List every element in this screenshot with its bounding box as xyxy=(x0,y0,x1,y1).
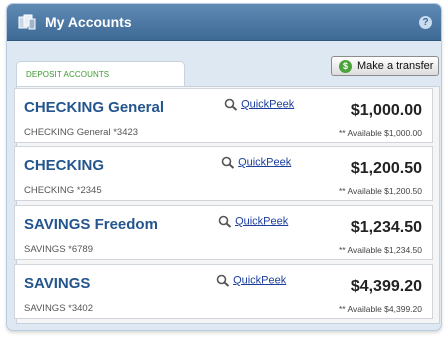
magnifier-icon xyxy=(224,98,238,111)
magnifier-icon xyxy=(218,215,232,228)
account-number: CHECKING General *3423 xyxy=(24,127,139,138)
available-balance: ** Available $1,000.00 xyxy=(338,128,422,138)
quickpeek-link[interactable]: QuickPeek xyxy=(233,274,286,286)
tab-label: DEPOSIT ACCOUNTS xyxy=(26,70,110,79)
account-balance: $1,200.50 xyxy=(350,160,422,177)
account-balance: $1,000.00 xyxy=(350,102,422,119)
quickpeek-link[interactable]: QuickPeek xyxy=(235,215,288,227)
available-balance: ** Available $4,399.20 xyxy=(338,304,422,314)
quickpeek[interactable]: QuickPeek xyxy=(218,215,288,228)
account-number: SAVINGS *6789 xyxy=(24,244,94,255)
tab-deposit-accounts[interactable]: DEPOSIT ACCOUNTS xyxy=(16,61,185,87)
quickpeek-link[interactable]: QuickPeek xyxy=(238,156,291,168)
widget-title: My Accounts xyxy=(45,14,132,30)
quickpeek-link[interactable]: QuickPeek xyxy=(241,98,294,110)
account-name[interactable]: SAVINGS Freedom xyxy=(24,216,158,233)
account-card[interactable]: SAVINGS Freedom SAVINGS *6789 QuickPeek … xyxy=(14,205,433,260)
account-name[interactable]: CHECKING xyxy=(24,157,104,174)
available-balance: ** Available $1,200.50 xyxy=(338,186,422,196)
make-transfer-label: Make a transfer xyxy=(357,60,434,72)
account-number: CHECKING *2345 xyxy=(24,185,102,196)
widget-header: My Accounts ? xyxy=(7,4,441,41)
quickpeek[interactable]: QuickPeek xyxy=(221,156,291,169)
account-number: SAVINGS *3402 xyxy=(24,303,94,314)
help-icon[interactable]: ? xyxy=(419,16,432,29)
account-card[interactable]: CHECKING General CHECKING General *3423 … xyxy=(14,88,433,143)
quickpeek[interactable]: QuickPeek xyxy=(224,98,294,111)
make-transfer-button[interactable]: $ Make a transfer xyxy=(331,56,439,76)
account-card[interactable]: CHECKING CHECKING *2345 QuickPeek $1,200… xyxy=(14,146,433,201)
magnifier-icon xyxy=(216,274,230,287)
account-balance: $4,399.20 xyxy=(350,278,422,295)
quickpeek[interactable]: QuickPeek xyxy=(216,274,286,287)
dollar-icon: $ xyxy=(339,60,352,73)
magnifier-icon xyxy=(221,156,235,169)
account-name[interactable]: CHECKING General xyxy=(24,99,164,116)
available-balance: ** Available $1,234.50 xyxy=(338,245,422,255)
account-card[interactable]: SAVINGS SAVINGS *3402 QuickPeek $4,399.2… xyxy=(14,264,433,319)
account-name[interactable]: SAVINGS xyxy=(24,275,90,292)
accounts-icon xyxy=(18,14,36,30)
account-balance: $1,234.50 xyxy=(350,219,422,236)
